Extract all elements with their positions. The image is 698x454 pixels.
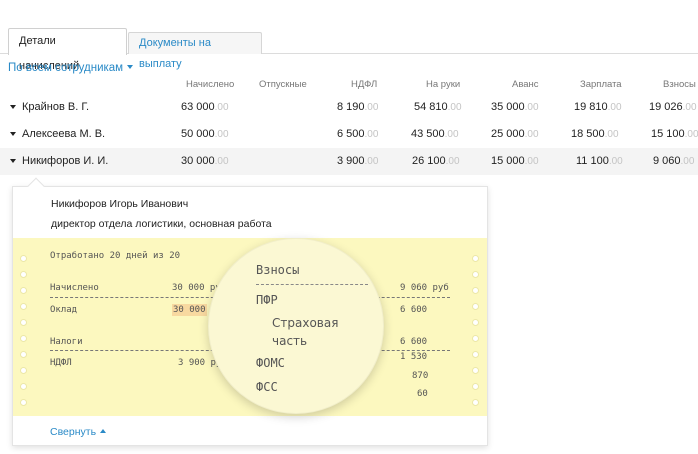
table-row-selected[interactable]: Никифоров И. И. 30 000.00 3 900.00 26 10… <box>0 148 698 175</box>
table-row[interactable]: Алексеева М. В. 50 000.00 6 500.00 43 50… <box>0 121 698 148</box>
perforation-hole <box>20 351 27 358</box>
collapse-button[interactable]: Свернуть <box>50 426 107 438</box>
perforation-hole <box>472 335 479 342</box>
column-header-contributions: Взносы <box>663 79 696 90</box>
cell-advance: 15 000.00 <box>491 155 539 167</box>
lens-insurance-part-line1: Страховая <box>272 316 339 330</box>
perforation-hole <box>472 287 479 294</box>
expand-arrow-icon[interactable] <box>10 105 16 109</box>
perforation-hole <box>472 271 479 278</box>
column-header-net-pay: На руки <box>426 79 461 90</box>
ndfl-label: НДФЛ <box>50 358 72 368</box>
taxes-label: Налоги <box>50 337 83 347</box>
perforation-hole <box>20 399 27 406</box>
cell-advance: 35 000.00 <box>491 101 539 113</box>
expand-arrow-icon[interactable] <box>10 159 16 163</box>
column-header-advance: Аванс <box>512 79 539 90</box>
cell-accrued: 63 000.00 <box>181 101 229 113</box>
collapse-label: Свернуть <box>50 426 97 438</box>
perforation-hole <box>472 367 479 374</box>
perforation-hole <box>20 383 27 390</box>
cell-salary: 19 810.00 <box>574 101 622 113</box>
employee-name: Никифоров И. И. <box>22 155 109 167</box>
perforation-hole <box>20 271 27 278</box>
employee-filter-label: По всем сотрудникам <box>8 62 124 74</box>
expand-arrow-icon[interactable] <box>10 132 16 136</box>
worked-days: Отработано 20 дней из 20 <box>50 251 181 261</box>
perforation-hole <box>20 367 27 374</box>
contribution-value: 1 530 <box>400 352 428 362</box>
lens-fss: ФСС <box>256 380 278 394</box>
cell-net-pay: 43 500.00 <box>411 128 459 140</box>
perforation-hole <box>472 255 479 262</box>
tab-payment-documents[interactable]: Документы на выплату <box>128 32 262 70</box>
cell-advance: 25 000.00 <box>491 128 539 140</box>
salary-value: 30 000 <box>172 304 207 316</box>
perforation-hole <box>20 287 27 294</box>
column-header-salary: Зарплата <box>580 79 622 90</box>
column-header-accrued: Начислено <box>186 79 235 90</box>
tab-accrual-details[interactable]: Детали начислений <box>8 28 127 72</box>
perforation-hole <box>472 351 479 358</box>
lens-insurance-part-line2: часть <box>272 334 308 348</box>
employee-name: Крайнов В. Г. <box>22 101 89 113</box>
perforation-hole <box>472 303 479 310</box>
perforation-hole <box>472 399 479 406</box>
cell-net-pay: 26 100.00 <box>412 155 460 167</box>
employee-full-name: Никифоров Игорь Иванович <box>51 198 189 210</box>
cell-salary: 18 500.00 <box>571 128 619 140</box>
employee-filter-dropdown[interactable]: По всем сотрудникам <box>8 62 134 74</box>
contribution-value: 6 600 <box>400 305 428 315</box>
divider <box>256 284 368 285</box>
salary-label: Оклад <box>50 305 78 315</box>
column-header-ndfl: НДФЛ <box>351 79 378 90</box>
cell-ndfl: 3 900.00 <box>337 155 379 167</box>
cell-ndfl: 8 190.00 <box>337 101 379 113</box>
perforation-hole <box>20 319 27 326</box>
cell-salary: 11 100.00 <box>576 155 623 167</box>
tab-bar: Детали начислений Документы на выплату <box>0 0 698 72</box>
lens-pfr: ПФР <box>256 293 278 307</box>
perforation-hole <box>472 383 479 390</box>
contributions-total: 9 060 руб <box>400 283 449 293</box>
chevron-up-icon <box>100 429 107 434</box>
magnifier-lens: Взносы ПФР Страховая часть ФОМС ФСС <box>208 238 384 414</box>
contribution-value: 870 <box>412 371 429 381</box>
accrued-label: Начислено <box>50 283 99 293</box>
employee-name: Алексеева М. В. <box>22 128 106 140</box>
cell-net-pay: 54 810.00 <box>414 101 462 113</box>
cell-contributions: 15 100.00 <box>651 128 698 140</box>
cell-accrued: 30 000.00 <box>181 155 229 167</box>
perforation-hole <box>472 319 479 326</box>
table-row[interactable]: Крайнов В. Г. 63 000.00 8 190.00 54 810.… <box>0 94 698 121</box>
column-header-vacation: Отпускные <box>259 79 307 90</box>
perforation-hole <box>20 335 27 342</box>
contribution-value: 6 600 <box>400 337 428 347</box>
perforation-hole <box>20 255 27 262</box>
employee-position: директор отдела логистики, основная рабо… <box>51 218 272 230</box>
lens-foms: ФОМС <box>256 356 285 370</box>
lens-contributions-title: Взносы <box>256 263 300 277</box>
contribution-value: 60 <box>417 389 428 399</box>
perforation-hole <box>20 303 27 310</box>
accrued-value: 30 000 ру <box>172 283 221 293</box>
cell-contributions: 9 060.00 <box>653 155 695 167</box>
cell-contributions: 19 026.00 <box>649 101 697 113</box>
cell-ndfl: 6 500.00 <box>337 128 379 140</box>
cell-accrued: 50 000.00 <box>181 128 229 140</box>
chevron-down-icon <box>127 64 134 69</box>
